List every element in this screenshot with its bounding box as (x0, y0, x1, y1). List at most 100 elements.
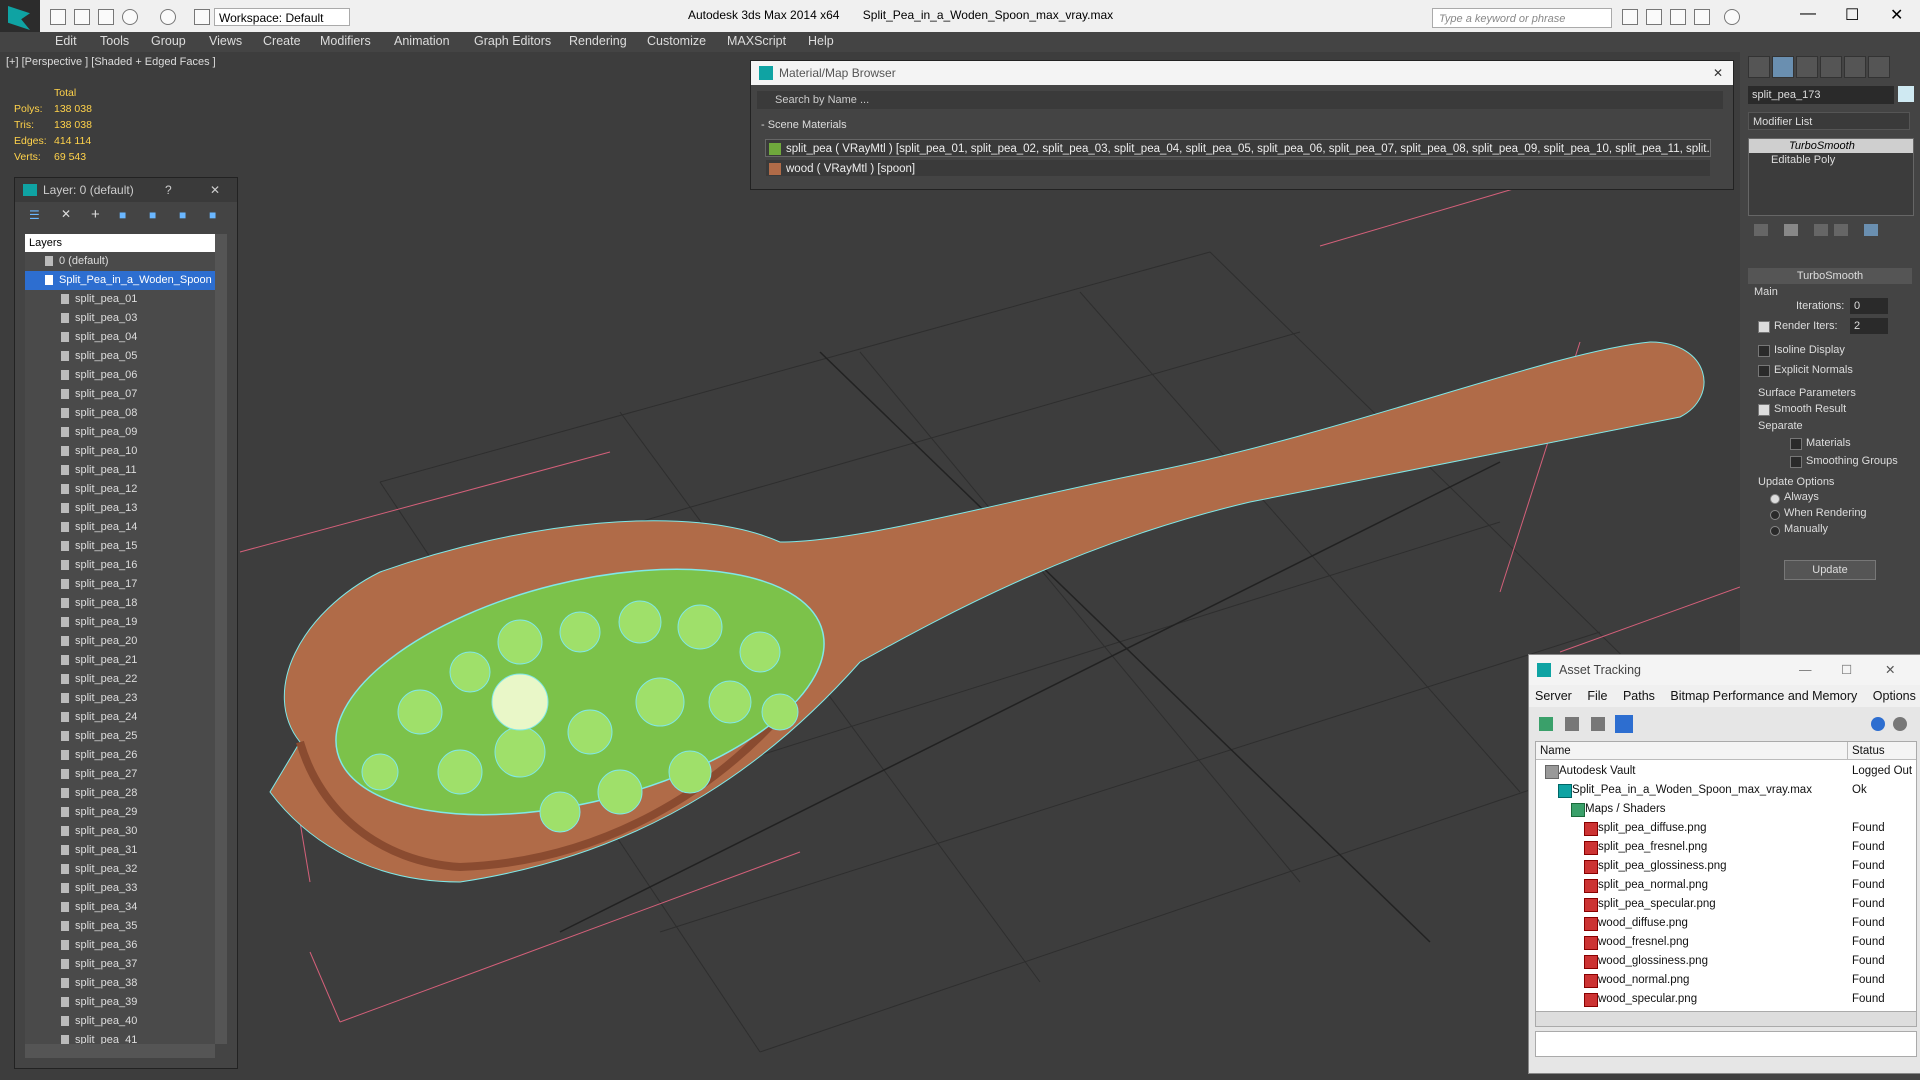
layer-list-scrollbar[interactable] (215, 234, 227, 1044)
object-color-swatch[interactable] (1898, 86, 1914, 102)
iterations-spinner[interactable]: 0 (1850, 298, 1888, 314)
menu-maxscript[interactable]: MAXScript (727, 34, 786, 48)
list-view-icon[interactable] (1565, 717, 1579, 731)
layer-item[interactable]: split_pea_20 (25, 632, 215, 651)
layer-item[interactable]: split_pea_05 (25, 347, 215, 366)
asset-row[interactable]: split_pea_specular.png Found (1536, 895, 1916, 914)
create-layer-icon[interactable]: ☰ (29, 208, 40, 222)
layers-column-header[interactable]: Layers (25, 234, 215, 252)
asset-row[interactable]: wood_glossiness.png Found (1536, 952, 1916, 971)
separate-materials-checkbox[interactable] (1790, 438, 1802, 450)
menu-paths[interactable]: Paths (1623, 689, 1655, 703)
menu-animation[interactable]: Animation (394, 34, 450, 48)
layer-item[interactable]: split_pea_31 (25, 841, 215, 860)
minimize-icon[interactable]: — (1800, 5, 1816, 23)
render-iters-checkbox[interactable] (1758, 321, 1770, 333)
help-icon[interactable] (1871, 717, 1885, 731)
layer-item[interactable]: split_pea_03 (25, 309, 215, 328)
material-split-pea[interactable]: split_pea ( VRayMtl ) [split_pea_01, spl… (765, 139, 1711, 157)
stack-item-turbosmooth[interactable]: TurboSmooth (1749, 139, 1913, 153)
separate-smoothing-groups-checkbox[interactable] (1790, 456, 1802, 468)
material-search-input[interactable]: Search by Name ... (757, 91, 1723, 109)
workspace-dropdown[interactable]: Workspace: Default (214, 8, 350, 26)
asset-row[interactable]: wood_diffuse.png Found (1536, 914, 1916, 933)
update-always-radio[interactable] (1770, 494, 1780, 504)
layer-item[interactable]: split_pea_14 (25, 518, 215, 537)
scene-materials-section[interactable]: - Scene Materials (761, 119, 847, 131)
modify-tab-icon[interactable] (1772, 56, 1794, 78)
explicit-normals-checkbox[interactable] (1758, 365, 1770, 377)
isoline-display-checkbox[interactable] (1758, 345, 1770, 357)
layer-item[interactable]: split_pea_29 (25, 803, 215, 822)
help-icon[interactable] (1724, 9, 1740, 25)
open-file-icon[interactable] (74, 9, 90, 25)
new-file-icon[interactable] (50, 9, 66, 25)
close-icon[interactable]: ✕ (1713, 61, 1723, 85)
communication-icon[interactable] (1670, 9, 1686, 25)
menu-create[interactable]: Create (263, 34, 301, 48)
smooth-result-checkbox[interactable] (1758, 404, 1770, 416)
hide-all-layers-icon[interactable]: ■ (179, 208, 186, 222)
menu-views[interactable]: Views (209, 34, 242, 48)
show-end-result-icon[interactable] (1784, 224, 1798, 236)
menu-rendering[interactable]: Rendering (569, 34, 627, 48)
menu-customize[interactable]: Customize (647, 34, 706, 48)
update-when-rendering-radio[interactable] (1770, 510, 1780, 520)
layer-item[interactable]: split_pea_27 (25, 765, 215, 784)
configure-modifier-sets-icon[interactable] (1864, 224, 1878, 236)
layer-item[interactable]: split_pea_30 (25, 822, 215, 841)
asset-table[interactable]: Name Status Autodesk Vault Logged Out Spli… (1535, 741, 1917, 1013)
layer-item[interactable]: split_pea_38 (25, 974, 215, 993)
layer-item[interactable]: split_pea_11 (25, 461, 215, 480)
freeze-all-layers-icon[interactable]: ■ (209, 208, 216, 222)
layer-item[interactable]: split_pea_13 (25, 499, 215, 518)
menu-file[interactable]: File (1587, 689, 1607, 703)
select-objects-icon[interactable]: ■ (119, 208, 126, 222)
render-iters-spinner[interactable]: 2 (1850, 318, 1888, 334)
layer-item[interactable]: split_pea_16 (25, 556, 215, 575)
modifier-stack[interactable]: TurboSmooth Editable Poly (1748, 138, 1914, 216)
column-name-header[interactable]: Name (1536, 742, 1848, 760)
menu-graph-editors[interactable]: Graph Editors (474, 34, 551, 48)
table-view-icon[interactable] (1615, 715, 1633, 733)
column-status-header[interactable]: Status (1848, 742, 1916, 760)
layer-panel-title[interactable]: Layer: 0 (default) ? ✕ (15, 178, 237, 202)
asset-path-field[interactable] (1535, 1031, 1917, 1057)
menu-tools[interactable]: Tools (100, 34, 129, 48)
asset-row[interactable]: split_pea_fresnel.png Found (1536, 838, 1916, 857)
menu-modifiers[interactable]: Modifiers (320, 34, 371, 48)
close-icon[interactable]: ✕ (210, 178, 220, 202)
layer-item[interactable]: split_pea_19 (25, 613, 215, 632)
layer-item[interactable]: split_pea_12 (25, 480, 215, 499)
menu-bitmap-performance[interactable]: Bitmap Performance and Memory (1670, 689, 1857, 703)
undo-icon[interactable] (122, 9, 138, 25)
project-folder-icon[interactable] (194, 9, 210, 25)
utilities-tab-icon[interactable] (1868, 56, 1890, 78)
menu-edit[interactable]: Edit (55, 34, 77, 48)
pin-stack-icon[interactable] (1754, 224, 1768, 236)
display-tab-icon[interactable] (1844, 56, 1866, 78)
favorites-star-icon[interactable] (1694, 9, 1710, 25)
layer-split-pea-spoon[interactable]: Split_Pea_in_a_Woden_Spoon (25, 271, 215, 290)
asset-row[interactable]: wood_specular.png Found (1536, 990, 1916, 1009)
tree-view-icon[interactable] (1591, 717, 1605, 731)
layer-item[interactable]: split_pea_08 (25, 404, 215, 423)
object-name-field[interactable]: split_pea_173 (1748, 86, 1894, 104)
layer-item[interactable]: split_pea_10 (25, 442, 215, 461)
layer-item[interactable]: split_pea_37 (25, 955, 215, 974)
layer-item[interactable]: split_pea_41 (25, 1031, 215, 1044)
keyword-search-input[interactable]: Type a keyword or phrase (1432, 8, 1612, 28)
layer-list[interactable]: 0 (default) Split_Pea_in_a_Woden_Spoon s… (25, 252, 215, 1044)
make-unique-icon[interactable] (1814, 224, 1828, 236)
asset-row[interactable]: Autodesk Vault Logged Out (1536, 762, 1916, 781)
update-manually-radio[interactable] (1770, 526, 1780, 536)
layer-default[interactable]: 0 (default) (25, 252, 215, 271)
layer-item[interactable]: split_pea_36 (25, 936, 215, 955)
close-icon[interactable]: ✕ (1885, 655, 1895, 685)
layer-item[interactable]: split_pea_26 (25, 746, 215, 765)
layer-item[interactable]: split_pea_09 (25, 423, 215, 442)
asset-row[interactable]: Split_Pea_in_a_Woden_Spoon_max_vray.max O… (1536, 781, 1916, 800)
modifier-list-dropdown[interactable]: Modifier List (1748, 112, 1910, 130)
asset-row[interactable]: split_pea_diffuse.png Found (1536, 819, 1916, 838)
asset-row[interactable]: split_pea_glossiness.png Found (1536, 857, 1916, 876)
